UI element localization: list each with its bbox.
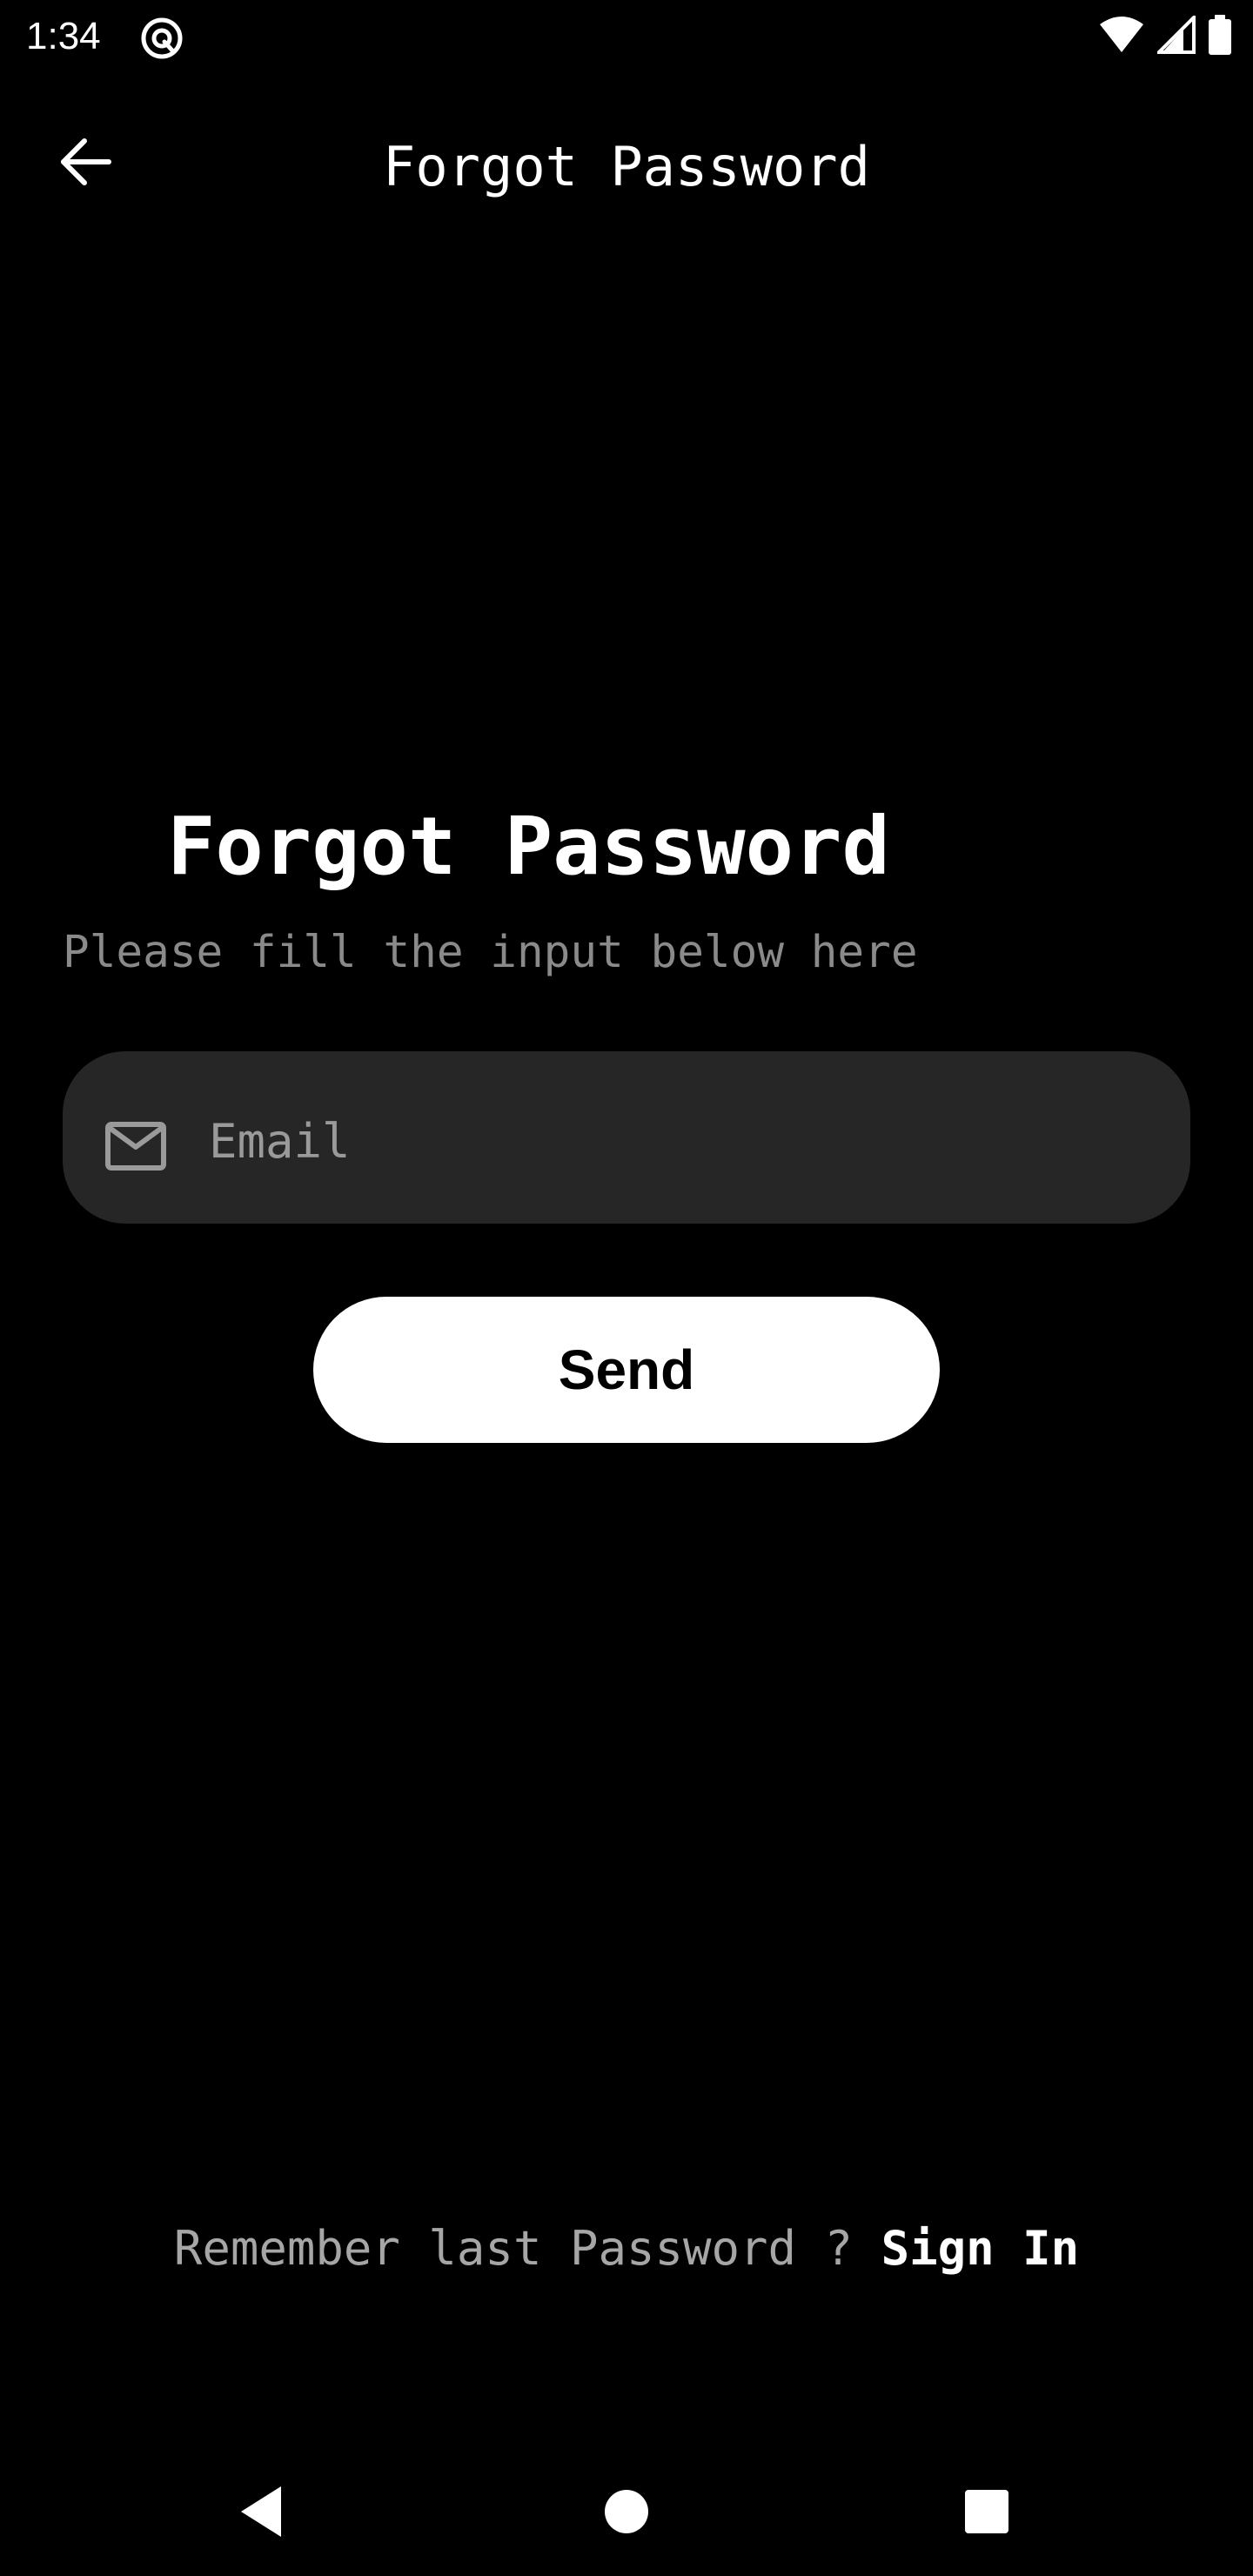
home-circle-icon: [604, 2489, 649, 2538]
battery-icon: [1208, 15, 1232, 58]
email-input[interactable]: [209, 1051, 1149, 1227]
status-bar: 1:34: [0, 0, 1253, 73]
back-triangle-icon: [238, 2485, 285, 2542]
send-button[interactable]: Send: [313, 1297, 940, 1443]
wifi-icon: [1098, 16, 1145, 57]
app-notification-icon: [139, 16, 184, 61]
sign-in-prompt-text: Remember last Password ?: [173, 2221, 881, 2276]
email-field[interactable]: [63, 1051, 1190, 1227]
recents-square-icon: [964, 2489, 1009, 2538]
nav-back-button[interactable]: [218, 2470, 305, 2557]
mail-icon: [104, 1121, 167, 1171]
nav-recents-button[interactable]: [943, 2470, 1030, 2557]
app-bar-title: Forgot Password: [383, 135, 870, 198]
page-subtitle: Please fill the input below here: [63, 927, 918, 978]
system-nav-bar: [0, 2451, 1253, 2576]
cellular-signal-icon: [1155, 13, 1196, 57]
sign-in-prompt: Remember last Password ? Sign In: [0, 2214, 1253, 2284]
app-bar: Forgot Password: [0, 96, 1253, 235]
sign-in-link[interactable]: Sign In: [881, 2221, 1080, 2276]
status-icons: [1098, 13, 1232, 58]
status-time: 1:34: [26, 15, 101, 57]
nav-home-button[interactable]: [583, 2470, 670, 2557]
page-heading: Forgot Password: [167, 800, 890, 893]
